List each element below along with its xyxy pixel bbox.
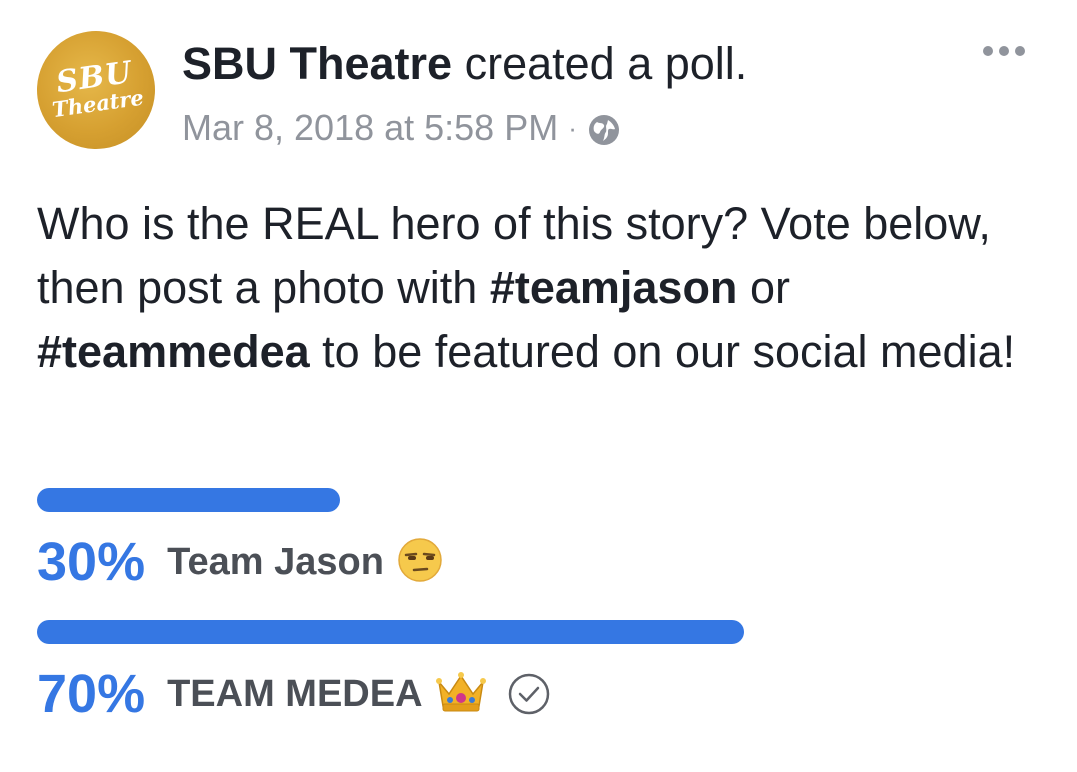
selected-check-icon <box>507 672 551 716</box>
crown-icon <box>435 668 487 721</box>
post-timestamp[interactable]: Mar 8, 2018 at 5:58 PM <box>182 104 558 152</box>
post-text-part2: or <box>737 262 790 313</box>
unamused-face-icon <box>396 536 444 589</box>
globe-icon[interactable] <box>587 111 621 145</box>
post-meta: Mar 8, 2018 at 5:58 PM · <box>182 104 621 152</box>
poll-option-team-jason[interactable]: 30% Team Jason <box>37 488 1047 594</box>
poll-option-row: 30% Team Jason <box>37 530 1047 594</box>
poll-bar-track <box>37 488 1047 512</box>
more-dot <box>999 46 1009 56</box>
poll-bar-fill <box>37 488 340 512</box>
poll-bar-track <box>37 620 1047 644</box>
post-action-text: created a poll. <box>464 38 748 89</box>
post-author-line: SBU Theatre created a poll. <box>182 36 747 92</box>
poll-option-row: 70% TEAM MEDEA <box>37 662 1047 726</box>
poll-option-label: TEAM MEDEA <box>167 673 423 715</box>
page-name-link[interactable]: SBU Theatre <box>182 38 452 89</box>
poll-percent: 70% <box>37 664 146 724</box>
hashtag-teamjason[interactable]: #teamjason <box>490 262 738 313</box>
poll-bar-fill <box>37 620 744 644</box>
post-message: Who is the REAL hero of this story? Vote… <box>37 192 1047 384</box>
poll-option-label: Team Jason <box>167 541 384 583</box>
meta-separator: · <box>568 113 577 143</box>
hashtag-teammedea[interactable]: #teammedea <box>37 326 310 377</box>
more-dot <box>1015 46 1025 56</box>
page-avatar[interactable]: SBU Theatre <box>29 23 163 157</box>
poll-option-team-medea[interactable]: 70% TEAM MEDEA <box>37 620 1047 726</box>
poll-percent: 30% <box>37 532 146 592</box>
more-options-icon[interactable] <box>983 46 1025 56</box>
post-text-part3: to be featured on our social media! <box>309 326 1016 377</box>
more-dot <box>983 46 993 56</box>
